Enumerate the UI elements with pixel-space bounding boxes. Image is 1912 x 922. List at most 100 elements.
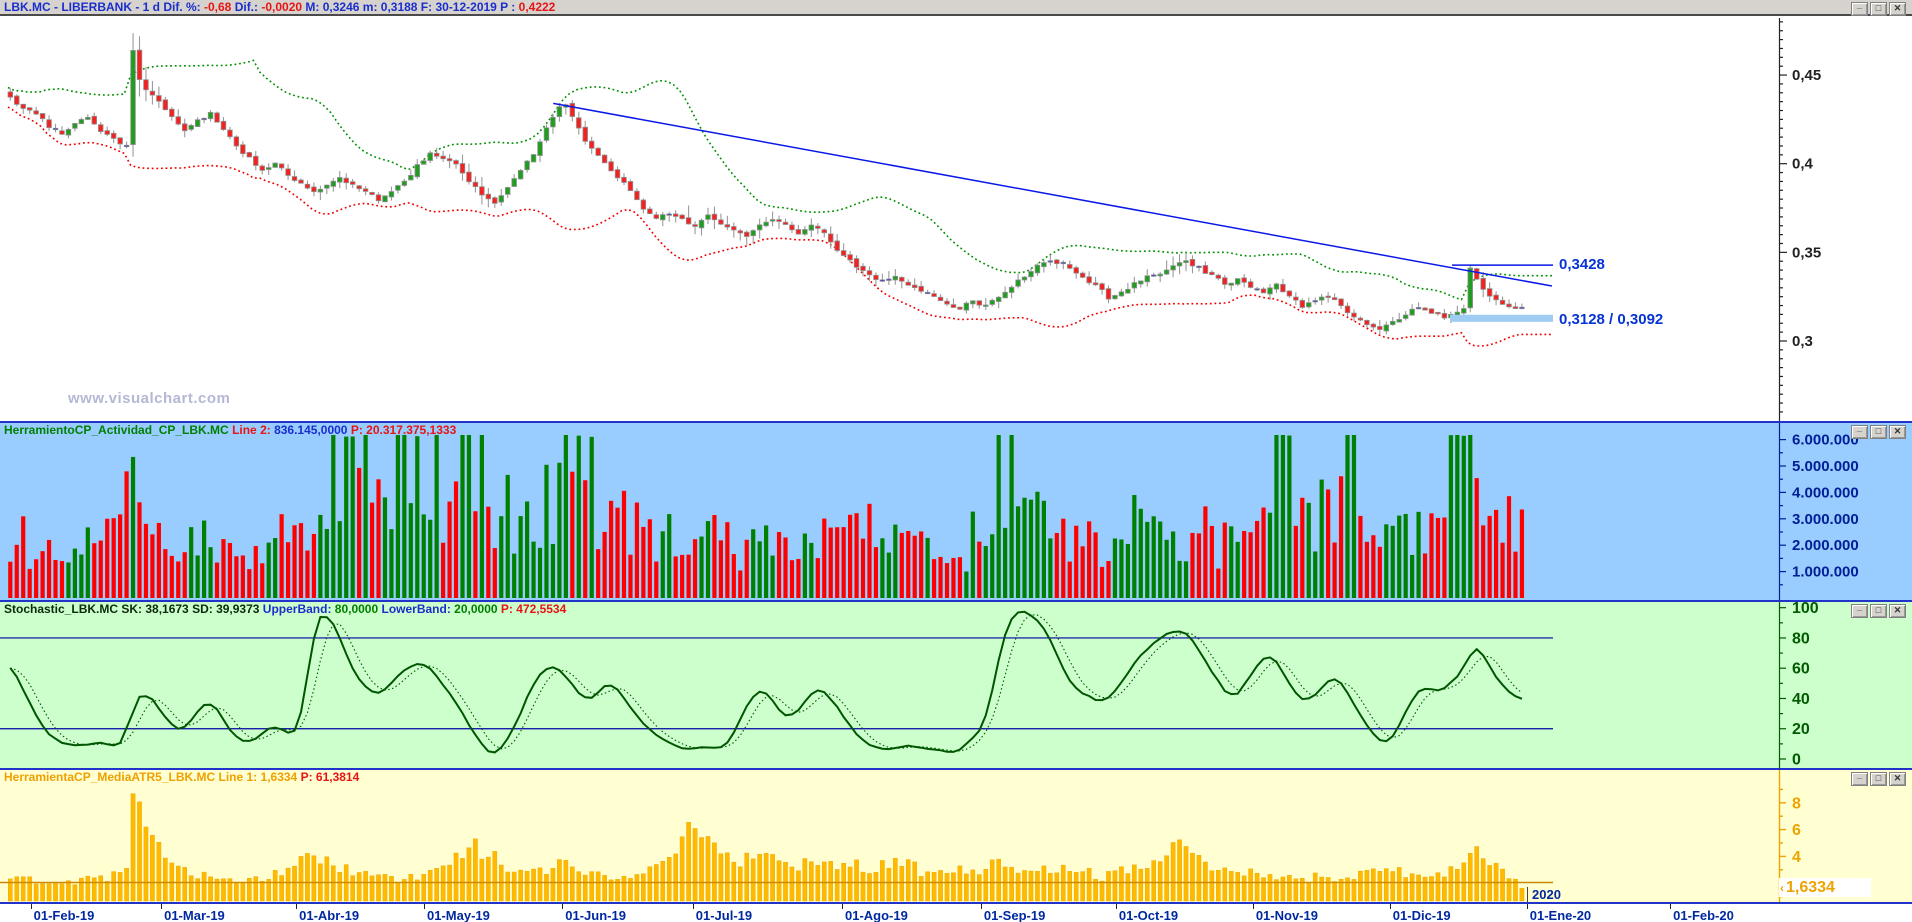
- atr-bar: [1416, 874, 1421, 902]
- minimize-button[interactable]: _: [1851, 603, 1868, 618]
- volume-bar: [576, 435, 581, 598]
- minimize-button[interactable]: _: [1851, 771, 1868, 786]
- candle-body: [194, 119, 201, 127]
- atr-bar: [1358, 870, 1363, 902]
- window-controls: _ □ ✕: [1849, 1, 1906, 17]
- volume-bar: [906, 530, 911, 598]
- candle-body: [362, 188, 369, 192]
- date-axis[interactable]: 01-Feb-19 01-Mar-19 01-Abr-19 01-May-19 01-J…: [0, 904, 1912, 922]
- volume-bar: [1151, 516, 1156, 598]
- atr-bar: [111, 871, 116, 902]
- candle-body: [433, 152, 440, 157]
- atr-bar: [1325, 877, 1331, 902]
- atr-bar: [679, 836, 685, 902]
- atr-bar: [1196, 855, 1202, 902]
- symbol-info-text: LBK.MC - LIBERBANK - 1 d Dif. %: -0,68 D…: [4, 0, 555, 14]
- candle-body: [970, 300, 976, 305]
- close-button[interactable]: ✕: [1889, 772, 1906, 786]
- atr-bar: [1500, 868, 1505, 902]
- atr-bar: [1164, 855, 1169, 902]
- volume-bar: [776, 532, 782, 598]
- volume-chart-canvas[interactable]: 6.000.0005.000.0004.000.0003.000.0002.00…: [0, 423, 1912, 600]
- candle-body: [1028, 271, 1034, 278]
- atr-bar: [1138, 868, 1144, 902]
- candle-body: [672, 213, 679, 217]
- candle-body: [1183, 260, 1189, 263]
- maximize-button[interactable]: □: [1870, 604, 1887, 618]
- atr-bar: [951, 872, 956, 902]
- descending-trendline[interactable]: [553, 102, 1553, 287]
- price-chart-canvas[interactable]: 0,45 0,4 0,35 0,3: [0, 18, 1912, 421]
- atr-chart-canvas[interactable]: 8 6 4: [0, 770, 1912, 902]
- maximize-button[interactable]: □: [1870, 425, 1887, 439]
- atr-bar: [744, 852, 750, 902]
- atr-bar: [33, 883, 39, 902]
- atr-bar: [821, 861, 827, 902]
- atr-bar: [621, 875, 627, 902]
- volume-bar: [1403, 513, 1408, 598]
- candle-body: [304, 183, 311, 189]
- candle-body: [1467, 267, 1473, 309]
- atr-bar: [1112, 870, 1118, 902]
- year-label: 2020: [1532, 887, 1561, 902]
- month-label: 01-Oct-19: [1118, 908, 1179, 922]
- month-label: 01-Jul-19: [695, 908, 753, 922]
- volume-bar: [305, 550, 310, 598]
- support-zone-band[interactable]: [1450, 314, 1553, 322]
- atr-bar: [1287, 875, 1292, 902]
- axis-label: 0: [1792, 752, 1801, 769]
- candle-body: [446, 158, 453, 162]
- close-button[interactable]: ✕: [1889, 2, 1906, 16]
- candle-body: [1138, 280, 1144, 285]
- atr-bar: [363, 871, 368, 902]
- header-segment: P: 61,3814: [300, 770, 360, 784]
- maximize-button[interactable]: □: [1870, 772, 1887, 786]
- atr-bar: [85, 875, 91, 902]
- volume-bar: [227, 542, 233, 598]
- candle-body: [1151, 274, 1157, 277]
- candle-body: [337, 177, 343, 183]
- atr-bar: [27, 876, 32, 902]
- candle-body: [718, 219, 724, 225]
- volume-bar: [479, 435, 484, 598]
- candle-body: [543, 127, 550, 141]
- atr-bar: [977, 874, 982, 902]
- minimize-button[interactable]: _: [1851, 1, 1868, 16]
- atr-bar: [1467, 853, 1473, 902]
- candle-body: [847, 254, 853, 261]
- volume-bar: [415, 436, 420, 598]
- title-segment: -0,0020: [261, 0, 306, 14]
- close-button[interactable]: ✕: [1889, 604, 1906, 618]
- candle-body: [143, 79, 149, 91]
- candle-body: [1202, 265, 1209, 274]
- atr-bar: [660, 860, 666, 902]
- volume-bar: [1028, 499, 1034, 598]
- header-segment: P: 472,5534: [500, 602, 567, 616]
- volume-bar: [1145, 521, 1150, 598]
- volume-bar: [860, 538, 866, 598]
- candle-body: [621, 176, 627, 183]
- candle-body: [259, 165, 265, 171]
- header-segment: Stochastic_LBK.MC SK: 38,1673 SD: 39,937…: [4, 602, 263, 616]
- volume-bar: [402, 435, 407, 598]
- volume-bar: [1319, 479, 1324, 598]
- candle-body: [595, 147, 601, 156]
- candle-body: [931, 293, 937, 297]
- atr-bar: [20, 876, 26, 902]
- atr-bar: [1254, 872, 1260, 902]
- volume-bar: [990, 534, 995, 598]
- close-button[interactable]: ✕: [1889, 425, 1906, 439]
- atr-bar: [150, 834, 155, 902]
- maximize-button[interactable]: □: [1870, 2, 1887, 16]
- atr-bar: [1345, 877, 1350, 902]
- month-label: 01-Abr-19: [299, 908, 360, 922]
- volume-bar: [1242, 530, 1247, 598]
- stochastic-chart-canvas[interactable]: 100 80 60 40 20 0: [0, 602, 1912, 768]
- minimize-button[interactable]: _: [1851, 424, 1868, 439]
- candle-body: [1293, 296, 1299, 301]
- candle-body: [1196, 265, 1202, 268]
- candle-body: [104, 130, 110, 135]
- volume-bar: [789, 560, 795, 598]
- resistance-price-label: 0,3428: [1559, 256, 1605, 273]
- volume-bar: [40, 551, 45, 598]
